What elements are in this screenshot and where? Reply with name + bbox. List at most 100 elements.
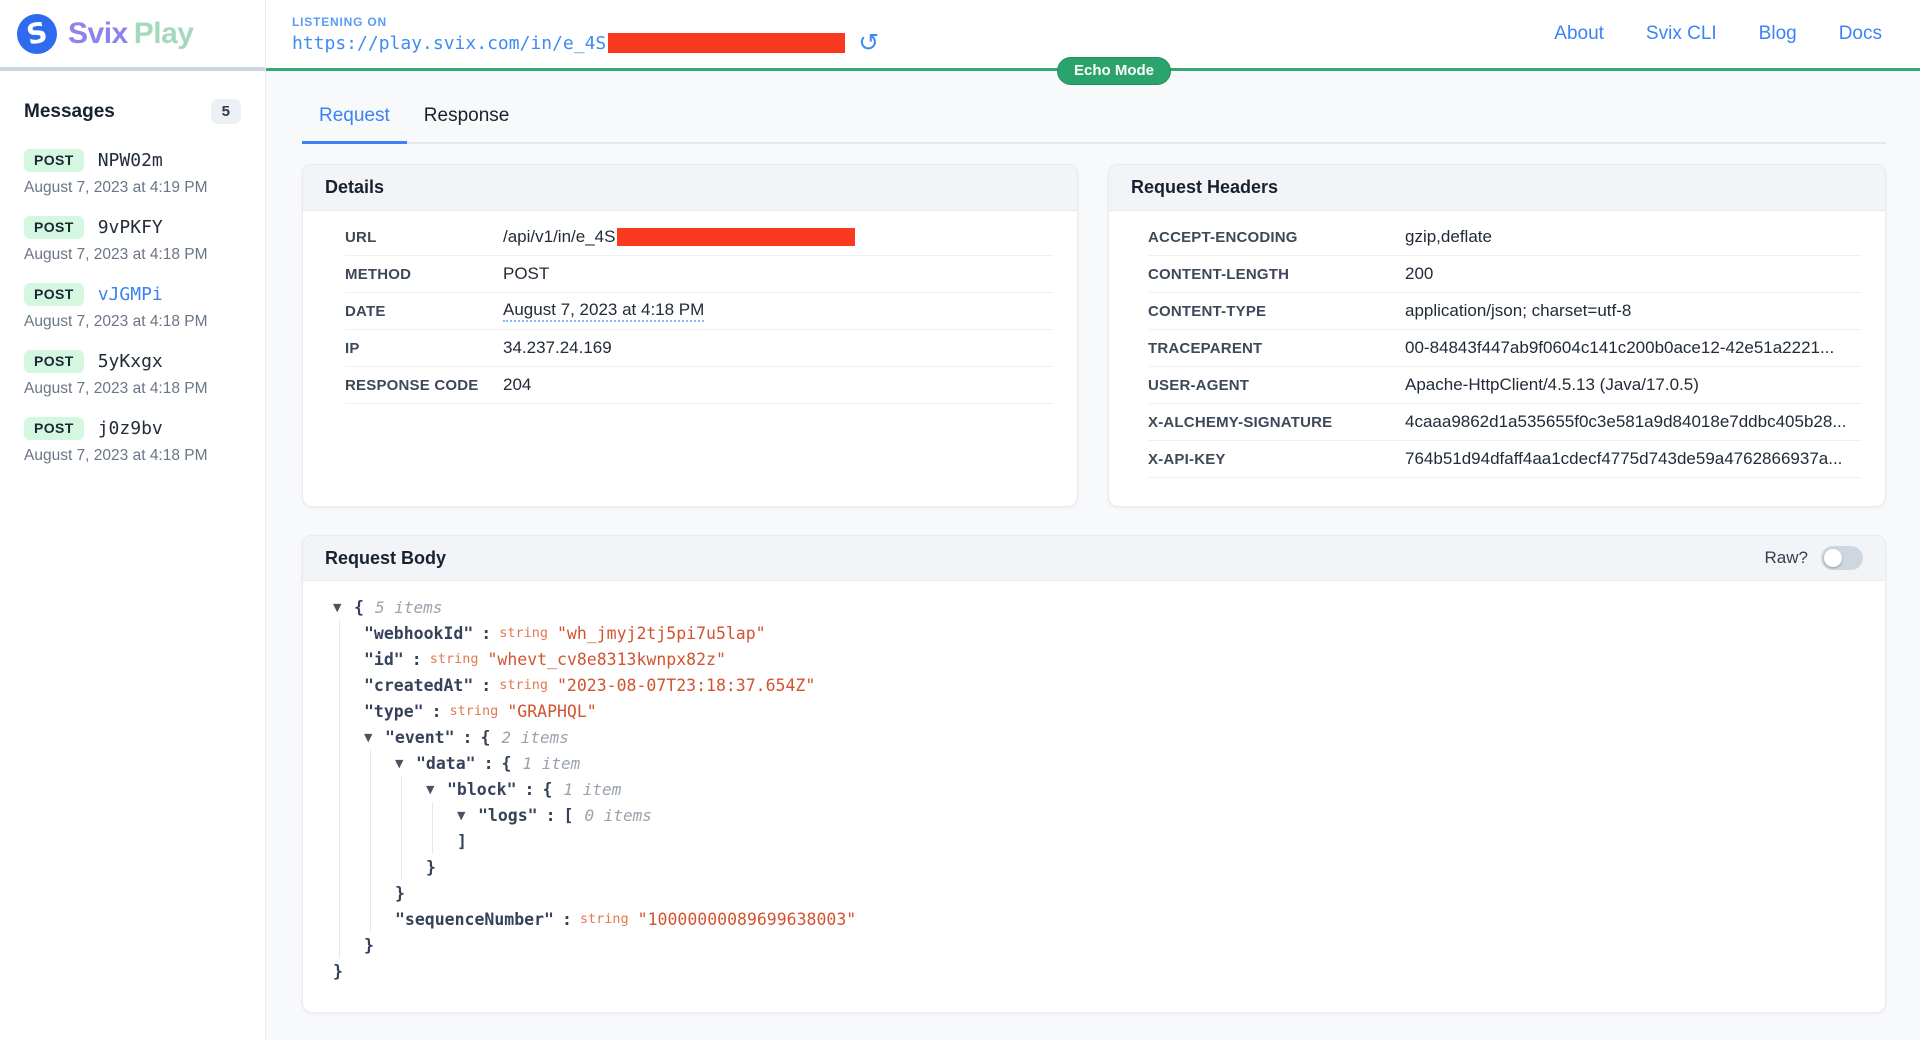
- messages-count-badge: 5: [211, 99, 241, 124]
- indent-guide: [333, 620, 364, 646]
- expand-toggle-icon[interactable]: ▼: [426, 783, 447, 796]
- tab-request[interactable]: Request: [302, 97, 407, 144]
- row-label: ACCEPT-ENCODING: [1148, 229, 1405, 246]
- message-row: POSTj0z9bv: [24, 417, 241, 440]
- json-tree-viewer: ▼{5 items"webhookId":string"wh_jmyj2tj5p…: [303, 581, 1885, 997]
- sidebar: S SvixPlay Messages 5 POSTNPW02mAugust 7…: [0, 0, 266, 1040]
- json-bracket: ]: [457, 832, 467, 851]
- expand-toggle-icon[interactable]: ▼: [333, 601, 354, 614]
- indent-guide: [333, 750, 364, 776]
- request-headers-card-title: Request Headers: [1109, 165, 1885, 211]
- table-row: URL/api/v1/in/e_4S: [345, 219, 1053, 256]
- row-value[interactable]: August 7, 2023 at 4:18 PM: [503, 300, 704, 322]
- nav-link-about[interactable]: About: [1554, 23, 1604, 45]
- row-value: gzip,deflate: [1405, 227, 1492, 247]
- raw-toggle-switch[interactable]: [1821, 546, 1863, 570]
- indent-guide: [395, 854, 426, 880]
- json-line: "sequenceNumber":string"1000000008969963…: [333, 906, 1855, 932]
- json-item-count: 1 item: [563, 780, 621, 799]
- json-key: "createdAt": [364, 676, 473, 695]
- messages-header: Messages 5: [0, 71, 265, 140]
- message-row: POST9vPKFY: [24, 216, 241, 239]
- row-value-text: 764b51d94dfaff4aa1cdecf4775d743de59a4762…: [1405, 449, 1842, 469]
- json-colon: :: [412, 650, 422, 669]
- refresh-icon[interactable]: ↺: [858, 33, 879, 53]
- expand-toggle-icon[interactable]: ▼: [395, 757, 416, 770]
- listening-url: https://play.svix.com/in/e_4S: [292, 33, 606, 54]
- json-value: "wh_jmyj2tj5pi7u5lap": [557, 624, 766, 643]
- row-value: 4caaa9862d1a535655f0c3e581a9d84018e7ddbc…: [1405, 412, 1847, 432]
- expand-toggle-icon[interactable]: ▼: [457, 809, 478, 822]
- raw-toggle-knob: [1824, 549, 1842, 567]
- method-badge: POST: [24, 350, 84, 373]
- table-row: IP34.237.24.169: [345, 330, 1053, 367]
- json-key: "block": [447, 780, 517, 799]
- brand-svix: Svix: [68, 17, 128, 50]
- messages-title: Messages: [24, 101, 115, 123]
- message-list-item[interactable]: POSTNPW02m August 7, 2023 at 4:19 PM: [0, 140, 265, 207]
- indent-guide: [426, 802, 457, 828]
- json-bracket: {: [542, 780, 552, 799]
- content: RequestResponse Details URL/api/v1/in/e_…: [266, 71, 1920, 1040]
- top-nav: About Svix CLI Blog Docs: [1554, 23, 1882, 45]
- json-bracket: {: [502, 754, 512, 773]
- json-value: "GRAPHQL": [507, 702, 596, 721]
- indent-guide: [364, 880, 395, 906]
- indent-guide: [333, 776, 364, 802]
- row-value-text: 200: [1405, 264, 1433, 284]
- message-date: August 7, 2023 at 4:18 PM: [24, 246, 241, 264]
- json-key: "sequenceNumber": [395, 910, 554, 929]
- row-label: METHOD: [345, 266, 503, 283]
- row-value-text: 34.237.24.169: [503, 338, 612, 358]
- json-bracket: }: [426, 858, 436, 877]
- json-item-count: 1 item: [522, 754, 580, 773]
- nav-link-blog[interactable]: Blog: [1759, 23, 1797, 45]
- method-badge: POST: [24, 216, 84, 239]
- raw-toggle-group: Raw?: [1765, 546, 1863, 570]
- row-label: URL: [345, 229, 503, 246]
- message-date: August 7, 2023 at 4:19 PM: [24, 179, 241, 197]
- indent-guide: [333, 802, 364, 828]
- table-row: DATEAugust 7, 2023 at 4:18 PM: [345, 293, 1053, 330]
- message-list-item[interactable]: POSTj0z9bvAugust 7, 2023 at 4:18 PM: [0, 408, 265, 475]
- expand-toggle-icon[interactable]: ▼: [364, 731, 385, 744]
- nav-link-svix-cli[interactable]: Svix CLI: [1646, 23, 1717, 45]
- message-row: POST vJGMPi: [24, 283, 241, 306]
- table-row: X-API-KEY764b51d94dfaff4aa1cdecf4775d743…: [1148, 441, 1861, 478]
- indent-guide: [333, 932, 364, 958]
- json-line: ▼"block":{1 item: [333, 776, 1855, 802]
- brand[interactable]: S SvixPlay: [16, 13, 193, 55]
- json-bracket: {: [354, 598, 364, 617]
- row-value-text: 4caaa9862d1a535655f0c3e581a9d84018e7ddbc…: [1405, 412, 1847, 432]
- message-id: 5yKxgx: [98, 351, 163, 372]
- message-row: POSTNPW02m: [24, 149, 241, 172]
- indent-guide: [364, 854, 395, 880]
- svix-logo-icon: S: [16, 13, 58, 55]
- json-key: "webhookId": [364, 624, 473, 643]
- message-id: NPW02m: [98, 150, 163, 171]
- method-badge: POST: [24, 283, 84, 306]
- json-item-count: 5 items: [375, 598, 442, 617]
- tab-response[interactable]: Response: [407, 97, 527, 142]
- json-line: "createdAt":string"2023-08-07T23:18:37.6…: [333, 672, 1855, 698]
- table-row: METHODPOST: [345, 256, 1053, 293]
- row-value: application/json; charset=utf-8: [1405, 301, 1631, 321]
- redacted-value-segment: [617, 228, 855, 246]
- json-value: "whevt_cv8e8313kwnpx82z": [487, 650, 725, 669]
- row-value: 764b51d94dfaff4aa1cdecf4775d743de59a4762…: [1405, 449, 1842, 469]
- table-row: RESPONSE CODE204: [345, 367, 1053, 404]
- json-colon: :: [484, 754, 494, 773]
- method-badge: POST: [24, 417, 84, 440]
- json-type-label: string: [430, 651, 479, 667]
- message-id: vJGMPi: [98, 284, 163, 305]
- json-colon: :: [432, 702, 442, 721]
- json-line: ▼"logs":[0 items: [333, 802, 1855, 828]
- message-list-item[interactable]: POST5yKxgxAugust 7, 2023 at 4:18 PM: [0, 341, 265, 408]
- json-line: ]: [333, 828, 1855, 854]
- request-body-card-header: Request Body Raw?: [303, 536, 1885, 581]
- message-list-item[interactable]: POST9vPKFY August 7, 2023 at 4:18 PM: [0, 207, 265, 274]
- row-value-text: application/json; charset=utf-8: [1405, 301, 1631, 321]
- nav-link-docs[interactable]: Docs: [1839, 23, 1882, 45]
- message-list-item[interactable]: POSTvJGMPiAugust 7, 2023 at 4:18 PM: [0, 274, 265, 341]
- json-bracket: }: [395, 884, 405, 903]
